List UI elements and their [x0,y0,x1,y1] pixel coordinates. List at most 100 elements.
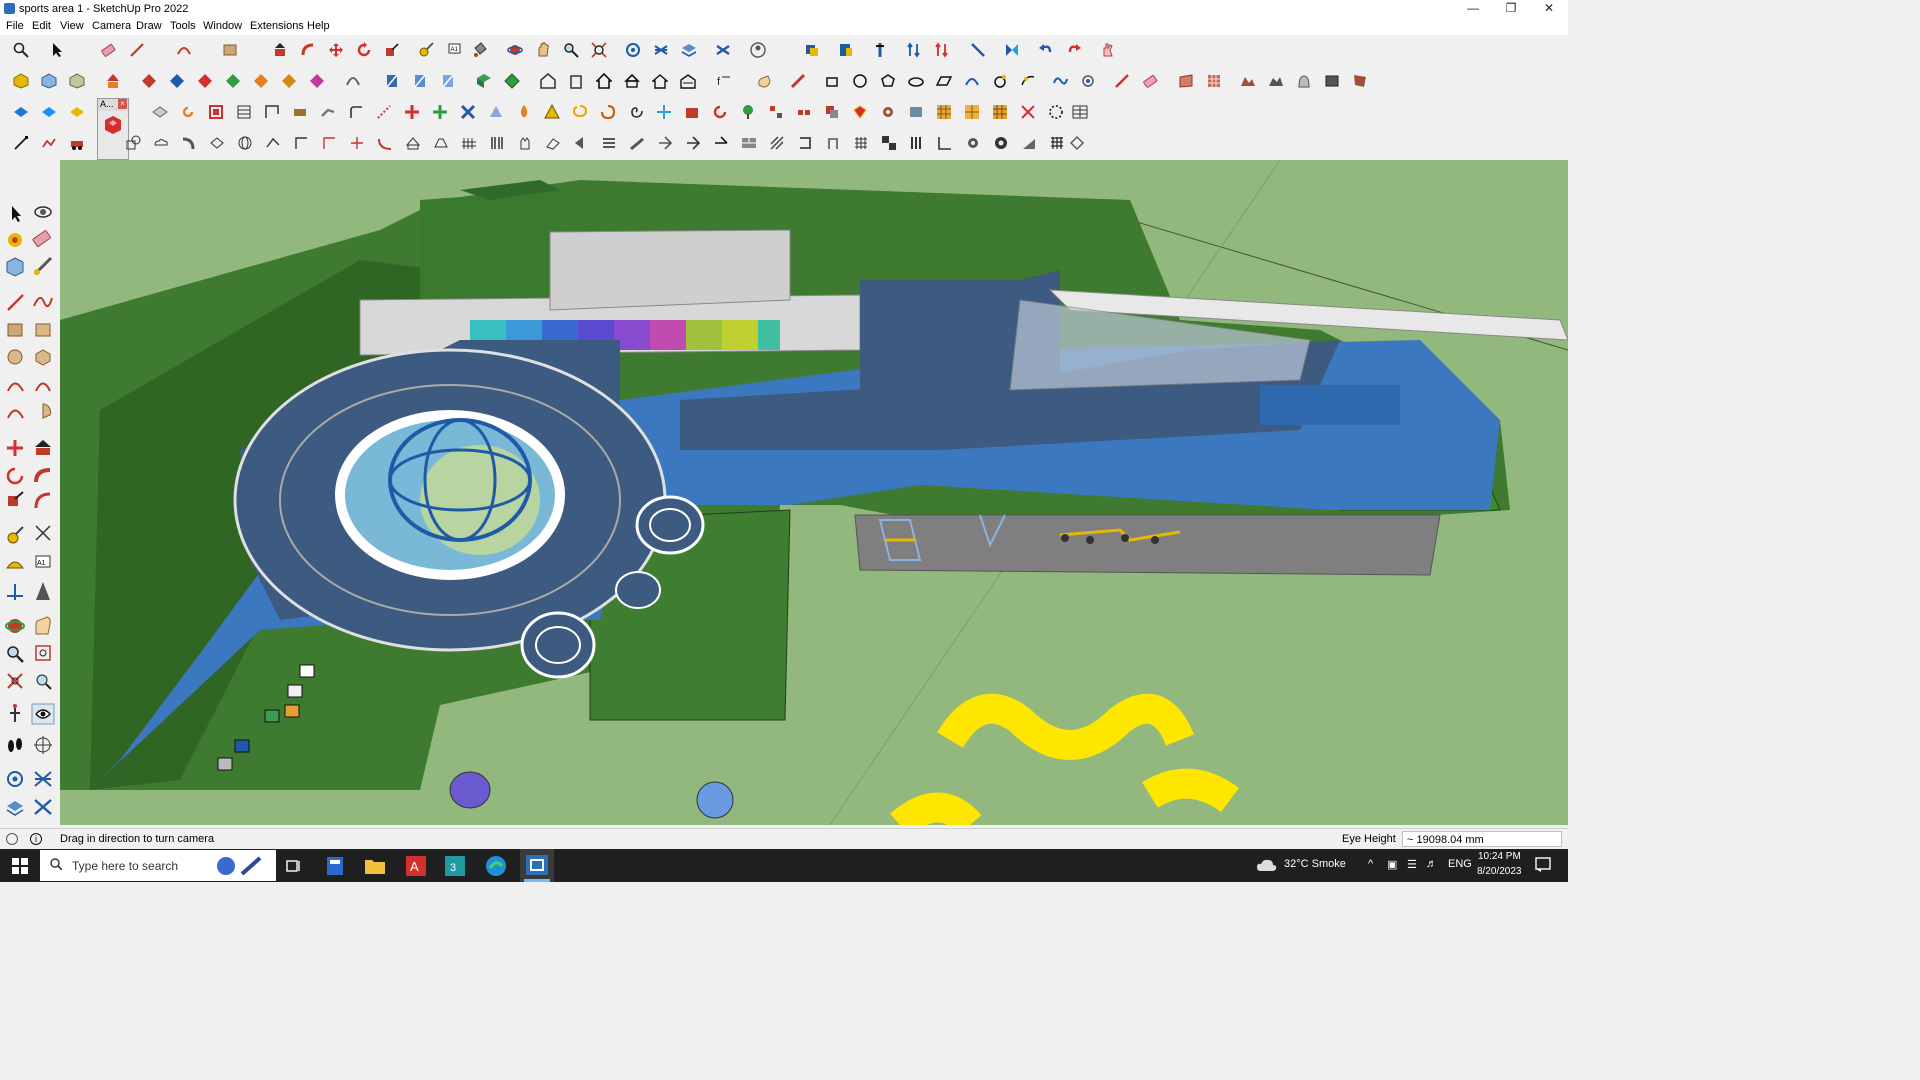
pattern-icon[interactable] [849,131,873,155]
roof-hip-icon[interactable] [429,131,453,155]
curve-icon[interactable] [341,69,365,93]
layer-grey-icon[interactable] [148,100,172,124]
polygon-tool-icon[interactable] [35,349,51,366]
corner-red-icon[interactable] [317,131,341,155]
section-plane-left-icon[interactable] [34,736,52,754]
tape-measure-icon[interactable] [414,38,438,62]
push-pull-icon[interactable] [268,38,292,62]
perpendicular-icon[interactable] [345,131,369,155]
cross-green-icon[interactable] [428,100,452,124]
tape-tool-icon[interactable] [33,256,53,276]
path-icon[interactable] [261,131,285,155]
paint-tool-icon[interactable] [8,233,22,247]
building-icon[interactable] [564,69,588,93]
array-icon[interactable] [792,100,816,124]
warning-icon[interactable] [540,100,564,124]
terrain-icon[interactable] [1236,69,1260,93]
home-icon[interactable] [592,69,616,93]
gem-icon[interactable] [848,100,872,124]
share-model-icon[interactable] [711,38,735,62]
pencil-red-icon[interactable] [786,69,810,93]
smoove-icon[interactable] [1264,69,1288,93]
menu-camera[interactable]: Camera [92,20,131,32]
shape-circle-icon[interactable] [848,69,872,93]
split-dark-icon[interactable] [709,131,733,155]
columns-icon[interactable] [485,131,509,155]
close-icon[interactable]: × [118,99,127,109]
extrude-green-icon[interactable] [221,69,245,93]
copy-icon[interactable] [820,100,844,124]
push-pull-tool-icon[interactable] [35,440,51,455]
window-frame-icon[interactable] [904,100,928,124]
checker-icon[interactable] [877,131,901,155]
layers-icon[interactable] [677,38,701,62]
eraser-icon[interactable] [96,38,120,62]
share-left-icon[interactable] [34,799,52,815]
text-tool-icon[interactable]: A1 [35,555,51,568]
flame-icon[interactable] [512,100,536,124]
menu-window[interactable]: Window [203,20,242,32]
component-icon[interactable] [472,69,496,93]
pan-hand-icon[interactable] [752,69,776,93]
grid-orange-2-icon[interactable] [960,100,984,124]
rotate-red-icon[interactable] [708,100,732,124]
tape-measure-tool-icon[interactable] [7,526,24,544]
grid-surface-icon[interactable] [1202,69,1226,93]
sphere-grid-icon[interactable] [233,131,257,155]
start-button-icon[interactable] [12,858,28,874]
corner-icon[interactable] [289,131,313,155]
hatch-icon[interactable] [765,131,789,155]
stamp-icon[interactable] [1320,69,1344,93]
mirror-icon[interactable] [1000,38,1024,62]
move-icon[interactable] [324,38,348,62]
language-indicator[interactable]: ENG [1448,858,1472,870]
extrude-magenta-icon[interactable] [305,69,329,93]
front-view-icon[interactable] [65,69,89,93]
undo-icon[interactable] [1034,38,1058,62]
look-around-icon[interactable] [31,703,55,725]
flip-icon[interactable] [902,38,926,62]
3d-scene[interactable] [60,160,1568,825]
dashed-line-icon[interactable] [372,100,396,124]
fence-icon[interactable] [457,131,481,155]
previous-view-icon[interactable] [36,674,52,690]
spiral-icon[interactable] [624,100,648,124]
wood-icon[interactable] [288,100,312,124]
align-icon[interactable] [966,38,990,62]
rectangle-icon[interactable] [218,38,242,62]
shape-rect-icon[interactable] [820,69,844,93]
follow-me-tool-icon[interactable] [34,468,51,483]
arc-tool-icon[interactable] [7,382,24,392]
flip-edge-icon[interactable] [1348,69,1372,93]
arc-blue-icon[interactable] [960,69,984,93]
layer-blue-2-icon[interactable] [37,100,61,124]
orbit-tool-icon[interactable] [34,206,52,218]
glove-icon[interactable] [513,131,537,155]
grid-orange-3-icon[interactable] [988,100,1012,124]
info-icon[interactable]: i [30,833,42,845]
redo-icon[interactable] [1062,38,1086,62]
explode-icon[interactable] [1016,100,1040,124]
cone-icon[interactable] [484,100,508,124]
extrude-blue-icon[interactable] [165,69,189,93]
menu-extensions[interactable]: Extensions [250,20,304,32]
cross-red-icon[interactable] [400,100,424,124]
3d-text-icon[interactable] [36,582,50,600]
joint-icon[interactable] [316,100,340,124]
arc-3pt-icon[interactable] [7,409,24,419]
shape-polygon-icon[interactable] [876,69,900,93]
axes-icon[interactable] [868,38,892,62]
task-view-icon[interactable] [286,858,302,874]
plugin-icon[interactable]: f [712,69,736,93]
polyline-icon[interactable] [37,131,61,155]
gear-tool-icon[interactable] [961,131,985,155]
tray-chevron-up-icon[interactable]: ^ [1368,858,1373,870]
roof-icon[interactable] [620,69,644,93]
flip-alt-icon[interactable] [930,38,954,62]
offset-red-icon[interactable] [204,100,228,124]
house-outline-icon[interactable] [648,69,672,93]
gears-icon[interactable] [876,100,900,124]
box-red-icon[interactable] [680,100,704,124]
ramp-icon[interactable] [1017,131,1041,155]
extrude-amber-icon[interactable] [277,69,301,93]
